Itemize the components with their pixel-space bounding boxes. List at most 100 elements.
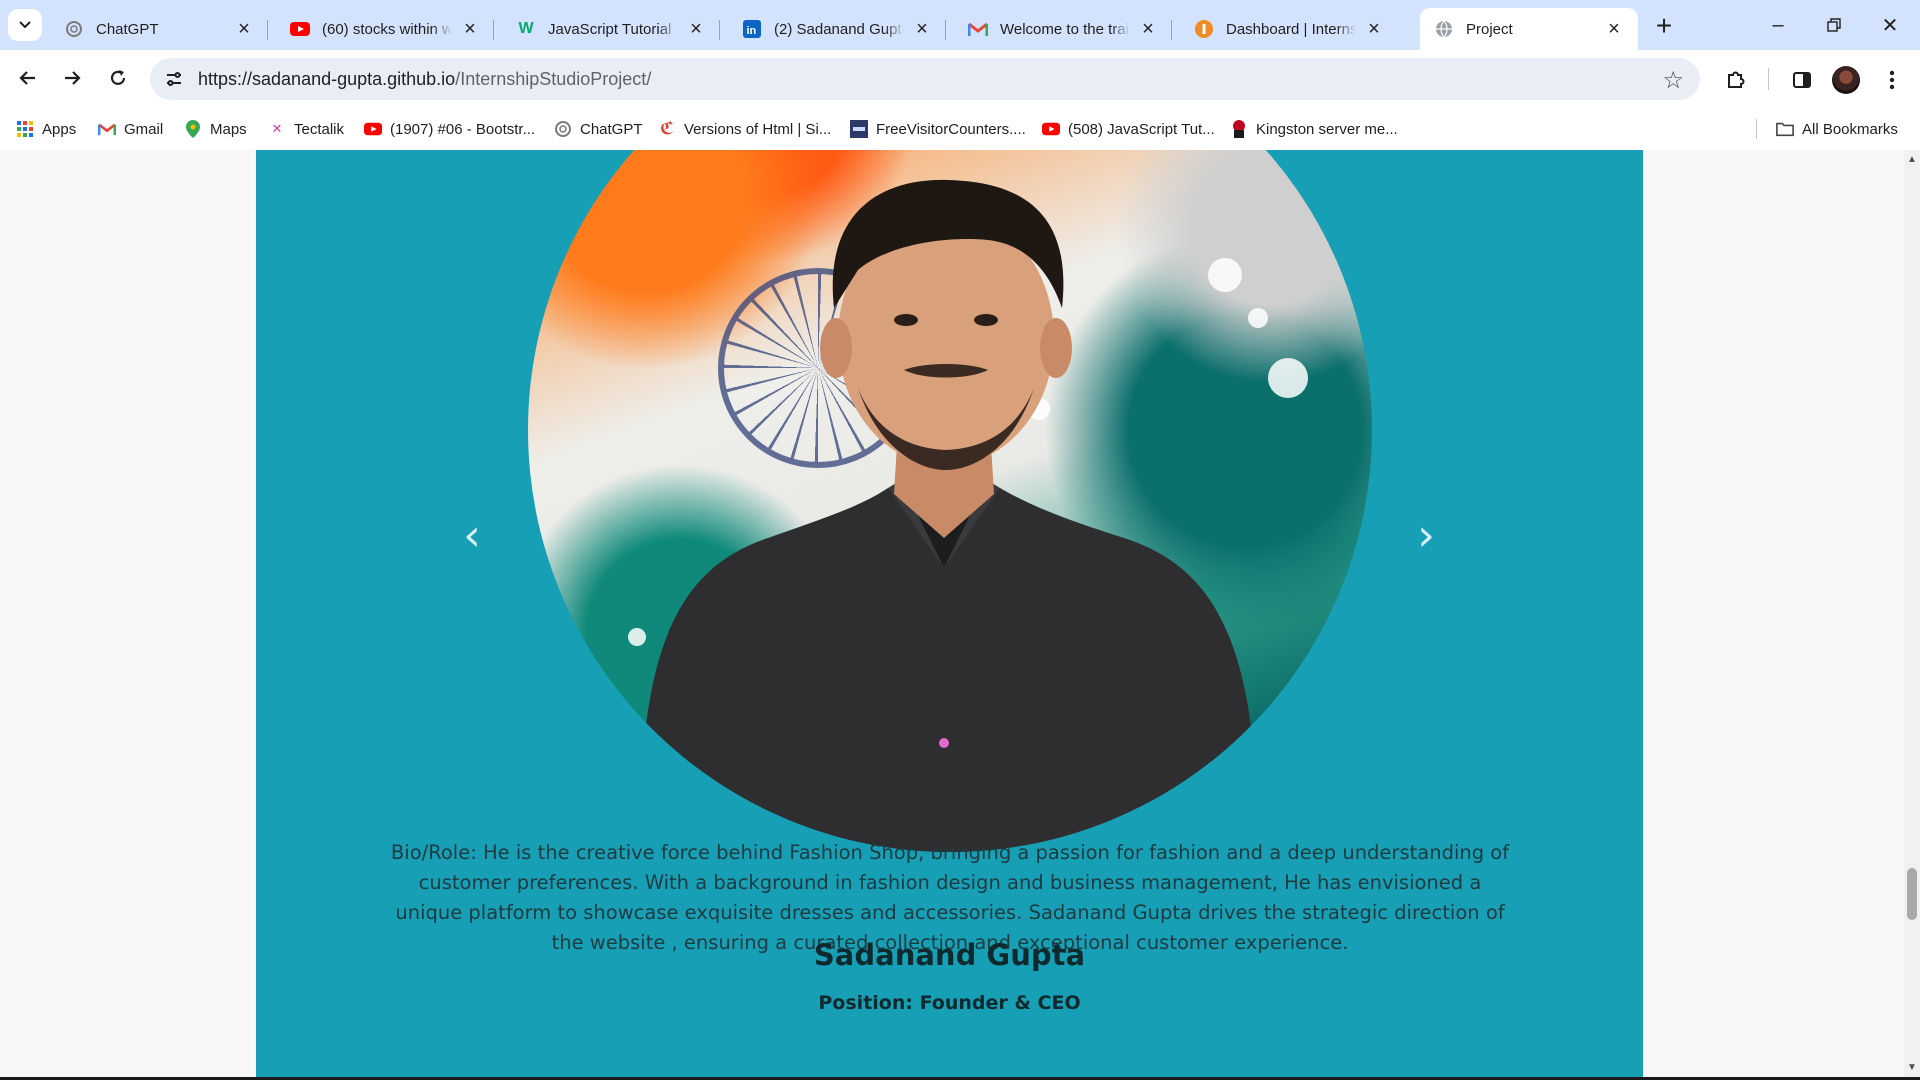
youtube-icon <box>364 120 382 138</box>
bookmark-label: Apps <box>42 120 77 138</box>
tab-gmail[interactable]: Welcome to the train × <box>954 8 1172 50</box>
bookmark-star-icon[interactable]: ☆ <box>1662 66 1684 95</box>
close-tab-icon[interactable]: × <box>912 18 932 40</box>
gmail-icon <box>968 19 988 39</box>
forward-button[interactable] <box>54 60 90 96</box>
founder-name: Sadanand Gupta <box>813 938 1086 972</box>
apps-grid-icon <box>16 120 34 138</box>
tab-title: (60) stocks within we <box>322 20 452 38</box>
bookmark-tectalik[interactable]: ✕ Tectalik <box>268 108 344 150</box>
bookmark-kingston[interactable]: Kingston server me... <box>1230 108 1398 150</box>
close-tab-icon[interactable]: × <box>234 18 254 40</box>
linkedin-icon: in <box>742 19 762 39</box>
tab-project[interactable]: Project × <box>1420 8 1638 50</box>
tab-internshala-dashboard[interactable]: Dashboard | Internsh × <box>1180 8 1398 50</box>
minimize-button[interactable]: – <box>1750 0 1806 50</box>
tab-youtube-stocks[interactable]: (60) stocks within we × <box>276 8 494 50</box>
chatgpt-icon <box>64 19 84 39</box>
close-window-button[interactable]: ✕ <box>1862 0 1918 50</box>
forward-arrow-icon <box>65 71 81 85</box>
restore-icon <box>1827 18 1841 32</box>
gmail-icon <box>98 120 116 138</box>
chatgpt-icon <box>554 120 572 138</box>
bookmark-apps[interactable]: Apps <box>16 108 76 150</box>
person-silhouette <box>639 179 1258 852</box>
globe-icon <box>1434 19 1454 39</box>
close-tab-icon[interactable]: × <box>460 18 480 40</box>
founder-position: Position: Founder & CEO <box>818 992 1081 1014</box>
tab-chatgpt[interactable]: ChatGPT × <box>50 8 268 50</box>
restore-button[interactable] <box>1806 0 1862 50</box>
tab-linkedin[interactable]: in (2) Sadanand Gupta × <box>728 8 946 50</box>
tab-title: (2) Sadanand Gupta <box>774 20 904 38</box>
url-path: /InternshipStudioProject/ <box>455 68 652 89</box>
bookmark-label: Versions of Html | Si... <box>684 120 832 138</box>
bookmarks-divider <box>1756 119 1757 139</box>
bookmark-freevisitorcounters[interactable]: FreeVisitorCounters.... <box>850 108 1026 150</box>
close-tab-icon[interactable]: × <box>1604 18 1624 40</box>
new-tab-button[interactable]: + <box>1648 10 1680 42</box>
tab-title: ChatGPT <box>96 20 159 38</box>
reload-button[interactable] <box>100 60 136 96</box>
page-viewport: ‹ › Bio/Role: He is the creative force b… <box>0 150 1904 1077</box>
url-text: https://sadanand-gupta.github.io/Interns… <box>198 69 651 90</box>
tab-title: Welcome to the train <box>1000 20 1130 38</box>
bookmark-youtube-javascript[interactable]: (508) JavaScript Tut... <box>1042 108 1215 150</box>
tab-title: JavaScript Tutorial <box>548 20 672 38</box>
bookmark-label: Maps <box>210 120 247 138</box>
folder-icon <box>1776 120 1794 138</box>
page-scrollbar[interactable]: ▲ ▼ <box>1904 150 1920 1077</box>
extensions-button[interactable] <box>1718 62 1754 98</box>
bookmark-chatgpt[interactable]: ChatGPT <box>554 108 643 150</box>
youtube-icon <box>1042 120 1060 138</box>
browser-toolbar: https://sadanand-gupta.github.io/Interns… <box>0 50 1920 108</box>
bookmark-label: Tectalik <box>294 120 345 138</box>
bookmark-label: (1907) #06 - Bootstr... <box>390 120 536 138</box>
bookmark-label: FreeVisitorCounters.... <box>876 120 1026 138</box>
close-tab-icon[interactable]: × <box>1364 18 1384 40</box>
url-host: https://sadanand-gupta.github.io <box>198 68 456 89</box>
profile-button[interactable] <box>1828 62 1864 98</box>
youtube-icon <box>290 19 310 39</box>
tab-strip: ChatGPT × (60) stocks within we × W Java… <box>0 0 1920 50</box>
bookmark-versions-html[interactable]: ℭ Versions of Html | Si... <box>658 108 831 150</box>
founder-photo <box>528 150 1372 852</box>
bookmark-label: ChatGPT <box>580 120 643 138</box>
maps-pin-icon <box>184 120 202 138</box>
chevron-down-icon <box>19 21 31 29</box>
carousel-next-button[interactable]: › <box>1406 510 1446 561</box>
puzzle-icon <box>1728 71 1745 88</box>
tab-search-button[interactable] <box>8 9 42 41</box>
scrollbar-thumb[interactable] <box>1907 868 1917 920</box>
team-section: ‹ › Bio/Role: He is the creative force b… <box>256 150 1643 1077</box>
w3schools-icon: W <box>518 20 534 37</box>
side-panel-button[interactable] <box>1784 62 1820 98</box>
bookmark-label: Gmail <box>124 120 164 138</box>
address-bar[interactable]: https://sadanand-gupta.github.io/Interns… <box>150 58 1700 100</box>
versions-icon: ℭ <box>660 119 674 138</box>
toolbar-divider <box>1768 68 1769 90</box>
back-arrow-icon <box>19 71 35 85</box>
kebab-menu-icon <box>1889 70 1895 90</box>
close-tab-icon[interactable]: × <box>1138 18 1158 40</box>
bookmark-maps[interactable]: Maps <box>184 108 247 150</box>
back-button[interactable] <box>10 60 46 96</box>
tab-title: Dashboard | Internsh <box>1226 20 1356 38</box>
side-panel-icon <box>1793 72 1811 88</box>
bookmarks-bar: Apps Gmail Maps ✕ Tectalik (1907) #06 - … <box>0 108 1920 150</box>
tectalik-icon: ✕ <box>271 121 283 136</box>
bookmark-gmail[interactable]: Gmail <box>98 108 163 150</box>
scroll-down-arrow-icon[interactable]: ▼ <box>1907 1062 1917 1073</box>
menu-button[interactable] <box>1874 62 1910 98</box>
site-info-icon[interactable] <box>154 58 194 100</box>
scroll-up-arrow-icon[interactable]: ▲ <box>1907 154 1917 165</box>
all-bookmarks-button[interactable]: All Bookmarks <box>1776 108 1898 150</box>
internshala-icon <box>1194 19 1214 39</box>
close-tab-icon[interactable]: × <box>686 18 706 40</box>
bookmark-label: Kingston server me... <box>1256 120 1398 138</box>
carousel-prev-button[interactable]: ‹ <box>452 510 492 561</box>
avatar <box>1832 66 1860 94</box>
tab-javascript-tutorial[interactable]: W JavaScript Tutorial × <box>502 8 720 50</box>
tab-title: Project <box>1466 20 1513 38</box>
bookmark-youtube-bootstrap[interactable]: (1907) #06 - Bootstr... <box>364 108 535 150</box>
